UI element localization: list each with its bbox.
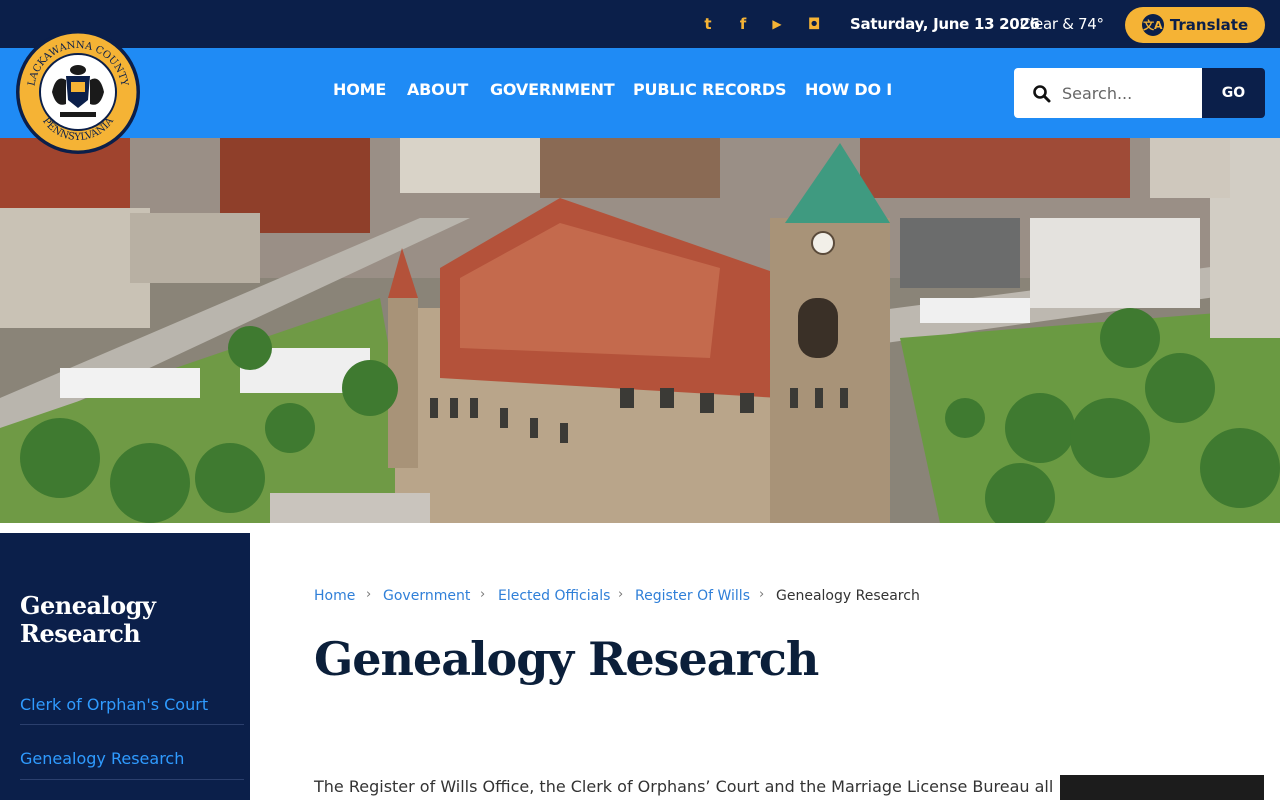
breadcrumb-register-of-wills[interactable]: Register Of Wills [635, 588, 750, 604]
current-date: Saturday, June 13 2026 [850, 15, 1040, 33]
breadcrumb-elected-officials[interactable]: Elected Officials [498, 588, 610, 604]
nav-home[interactable]: HOME [333, 80, 386, 102]
intro-paragraph: The Register of Wills Office, the Clerk … [314, 777, 1054, 796]
breadcrumb-separator: › [759, 587, 765, 602]
breadcrumb-separator: › [480, 587, 486, 602]
nav-how-do-i[interactable]: HOW DO I [805, 80, 892, 102]
search-input[interactable] [1062, 80, 1192, 106]
sidebar-divider [20, 724, 244, 725]
search-icon [1033, 85, 1051, 103]
sidebar-divider [20, 779, 244, 780]
breadcrumb-government[interactable]: Government [383, 588, 470, 604]
nav-public-records[interactable]: PUBLIC RECORDS [633, 80, 786, 102]
county-seal-logo[interactable]: LACKAWANNA COUNTY PENNSYLVANIA [16, 30, 140, 154]
youtube-icon[interactable]: ▶ [767, 14, 787, 34]
weather-status: Clear & 74° [1020, 15, 1104, 33]
content-photo [1060, 775, 1264, 800]
sidebar-item-clerk-of-orphans-court[interactable]: Clerk of Orphan's Court [20, 695, 208, 714]
county-seal-icon: LACKAWANNA COUNTY PENNSYLVANIA [16, 30, 140, 154]
translate-label: Translate [1169, 16, 1249, 34]
instagram-icon[interactable]: ◘ [804, 14, 824, 34]
hero-image-courthouse [0, 138, 1280, 523]
sidebar-item-genealogy-research[interactable]: Genealogy Research [20, 749, 184, 768]
breadcrumb-home[interactable]: Home [314, 588, 355, 604]
nav-about[interactable]: ABOUT [407, 80, 468, 102]
breadcrumb-separator: › [618, 587, 624, 602]
facebook-icon[interactable]: f [733, 14, 753, 34]
page-title: Genealogy Research [314, 632, 819, 686]
search-go-button[interactable]: GO [1202, 68, 1265, 118]
nav-government[interactable]: GOVERNMENT [490, 80, 615, 102]
sidebar-title: Genealogy Research [20, 591, 156, 648]
translate-button[interactable]: 文A Translate [1125, 7, 1265, 43]
translate-icon: 文A [1141, 14, 1164, 36]
breadcrumb-current: Genealogy Research [776, 588, 920, 604]
hero-illustration [0, 138, 1280, 523]
breadcrumb-separator: › [366, 587, 372, 602]
twitter-icon[interactable]: t [698, 14, 718, 34]
